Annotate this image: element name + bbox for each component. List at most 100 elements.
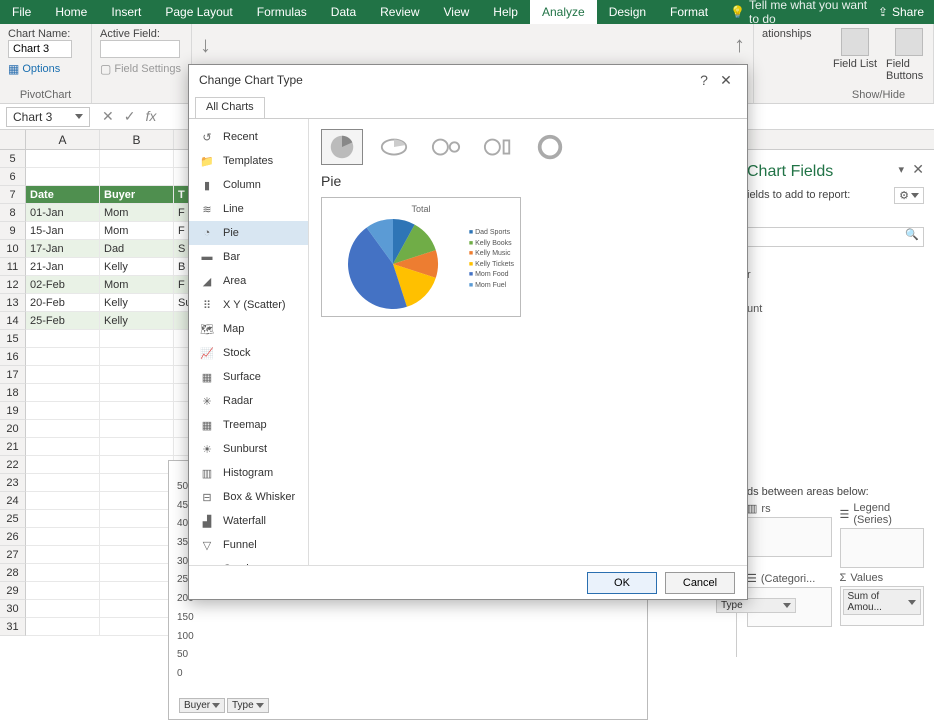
column-header-b[interactable]: B (100, 130, 174, 149)
values-dropzone[interactable]: Sum of Amou... (840, 586, 925, 626)
cell[interactable] (100, 492, 174, 510)
drill-up-icon[interactable]: ↑ (734, 32, 745, 58)
tell-me-input[interactable]: Tell me what you want to do (749, 0, 868, 26)
tab-formulas[interactable]: Formulas (245, 0, 319, 24)
cancel-formula-icon[interactable]: ✕ (102, 108, 114, 125)
row-header[interactable]: 26 (0, 528, 26, 546)
cell[interactable]: Mom (100, 276, 174, 294)
chart-type-funnel[interactable]: ▽Funnel (189, 533, 308, 557)
chart-type-waterfall[interactable]: ▟Waterfall (189, 509, 308, 533)
cell[interactable] (100, 510, 174, 528)
close-icon[interactable]: ✕ (715, 72, 737, 89)
tab-analyze[interactable]: Analyze (530, 0, 597, 24)
row-header[interactable]: 25 (0, 510, 26, 528)
cell[interactable] (26, 582, 100, 600)
row-header[interactable]: 28 (0, 564, 26, 582)
cell[interactable] (26, 438, 100, 456)
cell[interactable] (100, 528, 174, 546)
tab-home[interactable]: Home (43, 0, 99, 24)
tab-data[interactable]: Data (319, 0, 368, 24)
cell[interactable] (26, 600, 100, 618)
row-header[interactable]: 18 (0, 384, 26, 402)
chart-type-templates[interactable]: 📁Templates (189, 149, 308, 173)
help-icon[interactable]: ? (693, 72, 715, 88)
cell[interactable] (100, 168, 174, 186)
cancel-button[interactable]: Cancel (665, 572, 735, 594)
chart-type-surface[interactable]: ▦Surface (189, 365, 308, 389)
cell[interactable] (100, 348, 174, 366)
row-header[interactable]: 29 (0, 582, 26, 600)
cell[interactable]: 17-Jan (26, 240, 100, 258)
field-buttons-button[interactable]: Field Buttons (886, 28, 932, 82)
cell[interactable]: Mom (100, 222, 174, 240)
fx-icon[interactable]: fx (145, 108, 156, 125)
chart-type-column[interactable]: ▮Column (189, 173, 308, 197)
cell[interactable] (26, 456, 100, 474)
cell[interactable] (26, 366, 100, 384)
cell[interactable] (26, 168, 100, 186)
row-header[interactable]: 20 (0, 420, 26, 438)
cell[interactable] (100, 384, 174, 402)
close-pane-icon[interactable]: ✕ (912, 161, 924, 178)
cell[interactable] (100, 150, 174, 168)
tab-review[interactable]: Review (368, 0, 431, 24)
row-header[interactable]: 16 (0, 348, 26, 366)
fields-search-input[interactable]: 🔍 (747, 227, 924, 247)
chart-filter-buyer[interactable]: Buyer (179, 698, 225, 713)
cell[interactable] (100, 456, 174, 474)
chart-type-box-whisker[interactable]: ⊟Box & Whisker (189, 485, 308, 509)
chart-type-bar[interactable]: ▬Bar (189, 245, 308, 269)
row-header[interactable]: 23 (0, 474, 26, 492)
row-header[interactable]: 21 (0, 438, 26, 456)
cell[interactable] (26, 510, 100, 528)
cell[interactable]: 21-Jan (26, 258, 100, 276)
cell[interactable]: 25-Feb (26, 312, 100, 330)
row-header[interactable]: 11 (0, 258, 26, 276)
row-header[interactable]: 17 (0, 366, 26, 384)
cell[interactable] (26, 564, 100, 582)
row-header[interactable]: 27 (0, 546, 26, 564)
cell[interactable] (100, 420, 174, 438)
cell[interactable]: Mom (100, 204, 174, 222)
tab-file[interactable]: File (0, 0, 43, 24)
share-button[interactable]: Share (892, 5, 924, 19)
cell[interactable] (100, 600, 174, 618)
active-field-input[interactable] (100, 40, 180, 58)
field-list-button[interactable]: Field List (832, 28, 878, 82)
tab-insert[interactable]: Insert (99, 0, 153, 24)
filters-dropzone[interactable] (747, 517, 832, 557)
chart-type-combo[interactable]: ⬒Combo (189, 557, 308, 565)
cell[interactable] (26, 420, 100, 438)
cell[interactable]: 15-Jan (26, 222, 100, 240)
cell[interactable] (26, 618, 100, 636)
tab-page-layout[interactable]: Page Layout (153, 0, 244, 24)
row-header[interactable]: 19 (0, 402, 26, 420)
cell[interactable] (100, 564, 174, 582)
tab-all-charts[interactable]: All Charts (195, 97, 265, 118)
values-item[interactable]: Sum of Amou... (843, 589, 922, 615)
row-header[interactable]: 13 (0, 294, 26, 312)
field-settings-button[interactable]: Field Settings (114, 63, 181, 75)
cell[interactable] (100, 546, 174, 564)
drill-down-icon[interactable]: ↓ (200, 32, 211, 58)
fields-pane-gear[interactable]: ⚙ (894, 187, 924, 204)
cell[interactable] (26, 330, 100, 348)
row-header[interactable]: 15 (0, 330, 26, 348)
cell[interactable] (100, 402, 174, 420)
chart-type-map[interactable]: 🗺Map (189, 317, 308, 341)
row-header[interactable]: 31 (0, 618, 26, 636)
cell[interactable]: 02-Feb (26, 276, 100, 294)
enter-formula-icon[interactable]: ✓ (124, 108, 136, 125)
subtype-pie-of-pie[interactable] (425, 129, 467, 165)
chart-type-treemap[interactable]: ▦Treemap (189, 413, 308, 437)
options-button[interactable]: Options (22, 63, 60, 75)
cell[interactable] (100, 618, 174, 636)
legend-dropzone[interactable] (840, 528, 925, 568)
ok-button[interactable]: OK (587, 572, 657, 594)
subtype-pie[interactable] (321, 129, 363, 165)
tab-format[interactable]: Format (658, 0, 720, 24)
row-header[interactable]: 7 (0, 186, 26, 204)
cell[interactable]: 20-Feb (26, 294, 100, 312)
cell[interactable] (100, 366, 174, 384)
chart-type-line[interactable]: ≋Line (189, 197, 308, 221)
